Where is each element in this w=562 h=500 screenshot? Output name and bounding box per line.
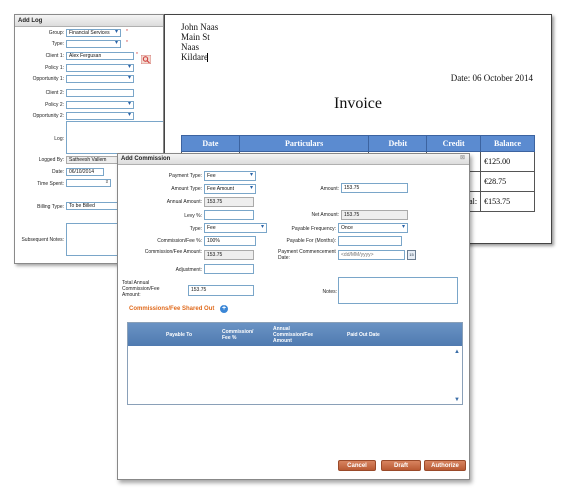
adjustment-label: Adjustment: bbox=[175, 267, 202, 273]
scroll-up-icon[interactable]: ▲ bbox=[454, 349, 460, 355]
net-amount-label: Net Amount: bbox=[311, 212, 339, 218]
log-label: Log: bbox=[54, 136, 64, 142]
invoice-date: Date: 06 October 2014 bbox=[450, 73, 533, 83]
grid-col-annual-amount: Annual Commission/Fee Amount bbox=[273, 326, 314, 344]
policy2-label: Policy 2: bbox=[45, 102, 64, 108]
payment-commencement-input[interactable] bbox=[338, 250, 405, 260]
commission-fee-amount-field: 153.75 bbox=[204, 250, 254, 260]
total-annual-label: Total Annual Commission/Fee Amount: bbox=[122, 280, 160, 298]
opportunity1-select[interactable] bbox=[66, 75, 134, 83]
add-log-title: Add Log bbox=[15, 15, 163, 27]
time-spent-stepper[interactable]: ⇕ bbox=[66, 179, 111, 187]
col-debit: Debit bbox=[368, 135, 428, 152]
type-label: Type: bbox=[189, 226, 202, 232]
col-date: Date bbox=[181, 135, 240, 152]
subsequent-notes-label: Subsequent Notes: bbox=[21, 237, 64, 243]
amount-type-select[interactable]: Fee Amount bbox=[204, 184, 256, 194]
add-commission-title: Add Commission bbox=[118, 154, 469, 165]
add-commission-dialog: Add Commission ⊠ Payment Type: Fee Amoun… bbox=[117, 153, 470, 480]
adjustment-input[interactable] bbox=[204, 264, 254, 274]
address-line-name: John Naas bbox=[181, 22, 219, 32]
client1-input[interactable]: Alex Fergusan bbox=[66, 52, 134, 60]
amount-label: Amount: bbox=[320, 186, 339, 192]
date-input[interactable]: 06/10/2014 bbox=[66, 168, 104, 176]
opportunity2-select[interactable] bbox=[66, 112, 134, 120]
logged-by-field: Satheesh Vallem bbox=[66, 156, 118, 164]
scroll-down-icon[interactable]: ▼ bbox=[454, 397, 460, 403]
opportunity1-label: Opportunity 1: bbox=[32, 76, 64, 82]
grid-col-commission-pct: Commission/ Fee % bbox=[222, 329, 254, 341]
payable-for-label: Payable For (Months): bbox=[286, 238, 336, 244]
invoice-heading: Invoice bbox=[334, 95, 382, 112]
opportunity2-label: Opportunity 2: bbox=[32, 113, 64, 119]
group-required-mark: * bbox=[126, 29, 128, 35]
text-cursor bbox=[207, 53, 208, 62]
col-credit: Credit bbox=[426, 135, 482, 152]
policy2-select[interactable] bbox=[66, 101, 134, 109]
draft-button[interactable]: Draft bbox=[381, 460, 421, 471]
calendar-icon[interactable]: 15 bbox=[407, 250, 416, 260]
amount-type-label: Amount Type: bbox=[171, 186, 202, 192]
balance-cell: €125.00 bbox=[480, 151, 535, 172]
commission-fee-pct-input[interactable]: 100% bbox=[204, 236, 256, 246]
annual-amount-label: Annual Amount: bbox=[166, 199, 202, 205]
payment-type-label: Payment Type: bbox=[168, 173, 202, 179]
policy1-label: Policy 1: bbox=[45, 65, 64, 71]
grid-header: Payable To Commission/ Fee % Annual Comm… bbox=[128, 323, 462, 346]
amount-input[interactable]: 153.75 bbox=[341, 183, 408, 193]
client1-required-mark: * bbox=[136, 52, 138, 58]
client1-label: Client 1: bbox=[45, 53, 64, 59]
net-amount-field: 153.75 bbox=[341, 210, 408, 220]
address-line-street: Main St bbox=[181, 32, 210, 42]
col-particulars: Particulars bbox=[238, 135, 370, 152]
grid-col-payable-to: Payable To bbox=[166, 332, 193, 338]
billing-type-select[interactable]: To be Billed bbox=[66, 202, 123, 210]
annual-amount-field: 153.75 bbox=[204, 197, 254, 207]
balance-cell: €28.75 bbox=[480, 171, 535, 192]
grid-col-paid-out-date: Paid Out Date bbox=[347, 332, 380, 338]
commission-fee-amount-label: Commission/Fee Amount: bbox=[144, 249, 202, 255]
billing-type-label: Billing Type: bbox=[37, 204, 64, 210]
levy-label: Levy %: bbox=[184, 213, 202, 219]
levy-input[interactable] bbox=[204, 210, 254, 220]
logged-by-label: Logged By: bbox=[38, 157, 64, 163]
group-label: Group: bbox=[48, 30, 64, 36]
type-label: Type: bbox=[51, 41, 64, 47]
time-spent-label: Time Spent: bbox=[37, 181, 64, 187]
date-label: Date: bbox=[52, 169, 64, 175]
policy1-select[interactable] bbox=[66, 64, 134, 72]
payable-for-input[interactable] bbox=[338, 236, 402, 246]
client2-label: Client 2: bbox=[45, 90, 64, 96]
invoice-table-header: Date Particulars Debit Credit Balance bbox=[181, 135, 535, 152]
client2-input[interactable] bbox=[66, 89, 134, 97]
authorize-button[interactable]: Authorize bbox=[424, 460, 466, 471]
stepper-arrows-icon[interactable]: ⇕ bbox=[105, 180, 109, 185]
commission-fee-pct-label: Commission/Fee %: bbox=[157, 238, 202, 244]
balance-cell: €153.75 bbox=[480, 191, 535, 212]
total-annual-input[interactable]: 153.75 bbox=[188, 285, 254, 296]
payment-type-select[interactable]: Fee bbox=[204, 171, 256, 181]
type-required-mark: * bbox=[126, 40, 128, 46]
address-line-county: Kildare bbox=[181, 52, 208, 62]
payable-frequency-select[interactable]: Once bbox=[338, 223, 408, 233]
log-textarea[interactable] bbox=[66, 121, 163, 154]
shared-out-heading: Commissions/Fee Shared Out bbox=[129, 306, 215, 312]
type-select[interactable] bbox=[66, 40, 121, 48]
notes-label: Notes: bbox=[322, 289, 337, 295]
type-select[interactable]: Fee bbox=[204, 223, 267, 233]
add-share-plus-icon[interactable]: + bbox=[220, 305, 228, 313]
cancel-button[interactable]: Cancel bbox=[338, 460, 376, 471]
payable-frequency-label: Payable Frequency: bbox=[291, 226, 336, 232]
notes-textarea[interactable] bbox=[338, 277, 458, 304]
address-line-town: Naas bbox=[181, 42, 199, 52]
client-search-icon[interactable] bbox=[140, 51, 152, 65]
shared-out-grid: Payable To Commission/ Fee % Annual Comm… bbox=[127, 322, 463, 405]
col-balance: Balance bbox=[480, 135, 535, 152]
close-icon[interactable]: ⊠ bbox=[460, 154, 465, 161]
group-select[interactable]: Financial Services bbox=[66, 29, 121, 37]
payment-commencement-label: Payment Commencement Date: bbox=[278, 249, 336, 261]
